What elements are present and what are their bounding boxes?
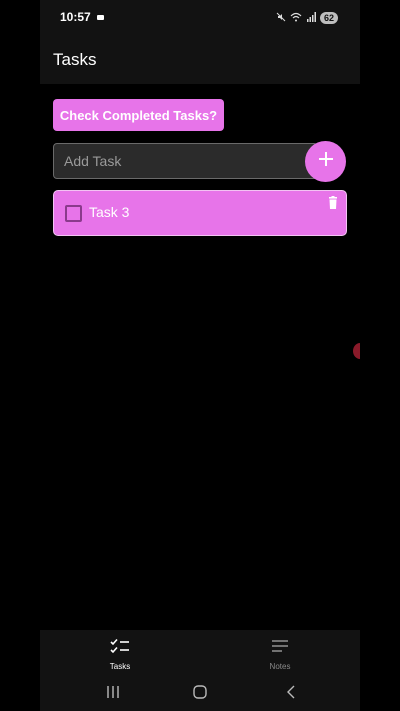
floating-edge-handle[interactable]	[353, 343, 360, 359]
checklist-icon	[110, 638, 130, 659]
nav-label-tasks: Tasks	[109, 662, 131, 671]
app-screen: 10:57 62 Tasks Check Completed Tasks? Ad…	[40, 0, 360, 711]
task-checkbox[interactable]	[65, 205, 82, 222]
check-completed-button[interactable]: Check Completed Tasks?	[53, 99, 224, 131]
plus-icon	[318, 151, 334, 172]
back-icon[interactable]	[283, 684, 299, 700]
status-bar: 10:57 62	[40, 0, 360, 36]
system-nav-bar	[40, 672, 360, 711]
task-label: Task 3	[89, 204, 130, 220]
nav-label-notes: Notes	[269, 662, 291, 671]
signal-icon	[306, 9, 316, 27]
task-list-item[interactable]: Task 3	[53, 190, 347, 236]
app-bar: Tasks	[40, 36, 360, 84]
add-task-input[interactable]	[53, 143, 318, 179]
home-icon[interactable]	[192, 684, 208, 700]
bottom-nav: Tasks Notes	[40, 630, 360, 672]
wifi-icon	[290, 9, 302, 27]
battery-icon: 62	[319, 12, 338, 24]
nav-item-tasks[interactable]: Tasks	[40, 630, 200, 672]
trash-icon[interactable]	[326, 196, 340, 210]
status-icons: 62	[276, 11, 338, 25]
page-title: Tasks	[53, 50, 97, 69]
add-task-button[interactable]	[305, 141, 346, 182]
recent-apps-icon[interactable]	[105, 684, 121, 700]
status-time: 10:57	[60, 10, 91, 24]
camera-icon	[97, 15, 104, 20]
nav-item-notes[interactable]: Notes	[200, 630, 360, 672]
mute-icon	[276, 9, 286, 27]
notes-icon	[270, 638, 290, 659]
